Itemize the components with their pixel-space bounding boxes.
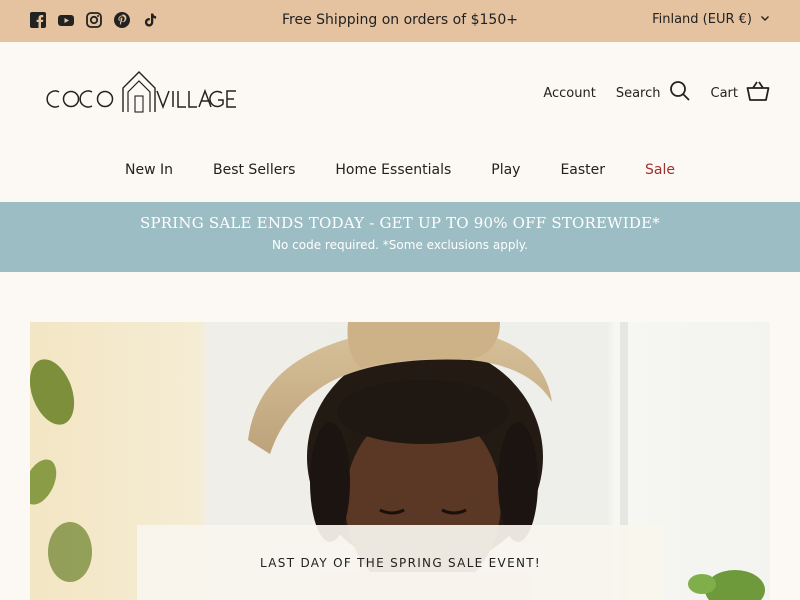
chevron-down-icon [760, 12, 770, 27]
cart-button[interactable]: Cart [711, 80, 771, 106]
promo-subtitle: No code required. *Some exclusions apply… [272, 238, 528, 252]
header-actions: Account Search Cart [543, 80, 770, 106]
promo-title: SPRING SALE ENDS TODAY - GET UP TO 90% O… [140, 214, 660, 232]
nav-item-easter[interactable]: Easter [560, 162, 605, 178]
hero-card-title: LAST DAY OF THE SPRING SALE EVENT! [260, 556, 541, 570]
country-selector-label: Finland (EUR €) [652, 12, 752, 27]
search-label: Search [615, 85, 661, 101]
nav-item-home-essentials[interactable]: Home Essentials [335, 162, 451, 178]
nav-item-play[interactable]: Play [491, 162, 520, 178]
logo[interactable] [44, 68, 236, 114]
promo-banner[interactable]: SPRING SALE ENDS TODAY - GET UP TO 90% O… [0, 202, 800, 272]
account-label: Account [543, 85, 596, 101]
main-navigation: New In Best Sellers Home Essentials Play… [0, 162, 800, 178]
site-header: Account Search Cart New In Best Sellers … [0, 42, 800, 202]
nav-item-best-sellers[interactable]: Best Sellers [213, 162, 295, 178]
search-button[interactable]: Search [616, 80, 691, 106]
account-link[interactable]: Account [543, 86, 596, 101]
basket-icon [746, 80, 770, 106]
search-icon [669, 80, 691, 106]
country-selector[interactable]: Finland (EUR €) [652, 12, 770, 27]
hero-card: LAST DAY OF THE SPRING SALE EVENT! [137, 525, 664, 600]
nav-item-sale[interactable]: Sale [645, 162, 675, 178]
announcement-bar: Free Shipping on orders of $150+ Finland… [0, 0, 800, 42]
nav-item-new-in[interactable]: New In [125, 162, 173, 178]
cart-label: Cart [710, 85, 739, 101]
hero-banner[interactable]: LAST DAY OF THE SPRING SALE EVENT! [30, 322, 770, 600]
